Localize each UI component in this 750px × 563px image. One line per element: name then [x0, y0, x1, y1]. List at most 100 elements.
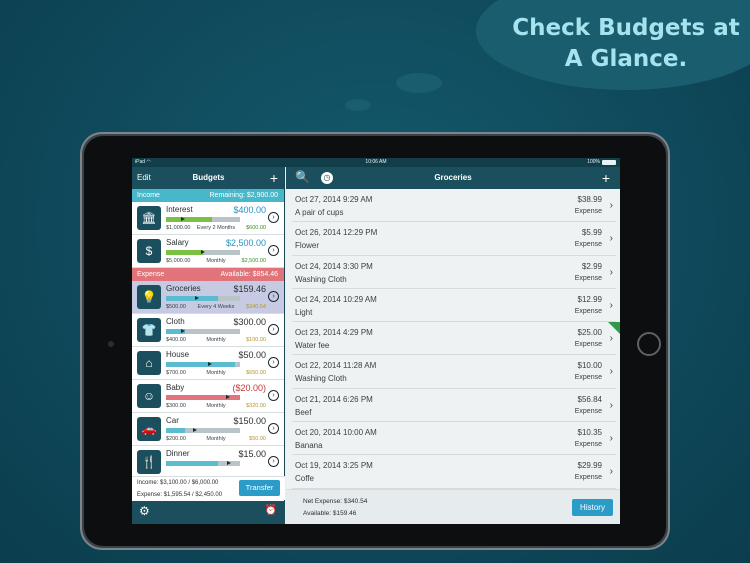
history-button[interactable]: History: [572, 499, 613, 516]
transaction-date: Oct 24, 2014 3:30 PM: [295, 261, 373, 271]
budget-frequency: Monthly: [206, 337, 226, 343]
flag-icon: [608, 322, 620, 335]
available-amount: Available: $159.46: [303, 510, 357, 517]
budget-accumulated: $650.00: [246, 370, 266, 376]
chevron-right-icon[interactable]: ›: [268, 291, 279, 302]
budget-row[interactable]: ☺ Baby ($20.00) $300.00 Monthly $320.00 ›: [132, 380, 284, 413]
chevron-right-icon: ›: [609, 399, 613, 411]
budgets-summary: Income: $3,100.00 / $6,000.00 Expense: $…: [132, 476, 285, 500]
transaction-amount: $38.99: [577, 195, 602, 204]
money-bag-icon: $: [137, 239, 161, 263]
income-list: 🏛 Interest $400.00 $1,000.00 Every 2 Months $…: [132, 202, 284, 268]
transaction-type: Expense: [574, 441, 602, 449]
budget-amount: $400.00: [233, 205, 266, 215]
transaction-row[interactable]: Oct 27, 2014 9:29 AM A pair of cups $38.99…: [292, 189, 616, 223]
transaction-date: Oct 22, 2014 11:28 AM: [295, 361, 377, 371]
expense-label: Expense: [137, 271, 165, 278]
period-marker: [208, 362, 212, 366]
budget-frequency: Monthly: [206, 436, 226, 442]
transaction-amount: $10.00: [577, 361, 602, 371]
budget-progress-bar: [166, 428, 240, 433]
transaction-row[interactable]: Oct 21, 2014 6:26 PM Beef $56.84 Expense ›: [292, 389, 616, 423]
chevron-right-icon: ›: [609, 433, 613, 445]
transaction-note: Light: [295, 307, 313, 317]
budget-accumulated: $2,500.00: [241, 258, 266, 264]
budget-name: Car: [166, 416, 179, 425]
budget-frequency: Monthly: [206, 258, 226, 264]
alarm-clock-icon[interactable]: ⏰: [265, 505, 277, 516]
promo-headline: Check Budgets at A Glance.: [512, 15, 740, 72]
transaction-row[interactable]: Oct 24, 2014 10:29 AM Light $12.99 Expense ›: [292, 289, 616, 323]
budget-name: Baby: [166, 383, 185, 392]
budgets-title: Budgets: [192, 173, 225, 182]
chevron-right-icon[interactable]: ›: [268, 357, 279, 368]
budget-progress-bar: [166, 362, 240, 367]
budget-accumulated: $320.00: [246, 403, 266, 409]
period-marker: [181, 329, 185, 333]
budget-row[interactable]: $ Salary $2,500.00 $5,000.00 Monthly $2,500.0…: [132, 235, 284, 268]
chevron-right-icon[interactable]: ›: [268, 212, 279, 223]
home-button[interactable]: [637, 332, 661, 356]
budget-row[interactable]: 💡 Groceries $159.46 $500.00 Every 4 Weeks $34…: [132, 281, 284, 314]
add-budget-button[interactable]: +: [270, 167, 278, 189]
budget-row[interactable]: 🏛 Interest $400.00 $1,000.00 Every 2 Months $…: [132, 202, 284, 235]
promo-bubble: Check Budgets at A Glance.: [476, 0, 750, 90]
transaction-amount: $12.99: [577, 294, 602, 304]
chevron-right-icon: ›: [609, 299, 613, 311]
transaction-row[interactable]: Oct 19, 2014 3:25 PM Coffe $29.99 Expense ›: [292, 455, 616, 489]
chevron-right-icon[interactable]: ›: [268, 324, 279, 335]
income-label: Income: [137, 192, 160, 199]
budget-progress-bar: [166, 461, 240, 466]
battery-icon: [602, 160, 616, 165]
budget-progress-bar: [166, 250, 240, 255]
chevron-right-icon[interactable]: ›: [268, 423, 279, 434]
period-marker: [193, 428, 197, 432]
budget-total: $500.00: [166, 304, 186, 310]
chevron-right-icon: ›: [609, 366, 613, 378]
transaction-row[interactable]: Oct 22, 2014 11:28 AM Washing Cloth $10.00…: [292, 355, 616, 389]
period-marker: [226, 395, 230, 399]
budgets-pane: Edit Budgets + Income Remaining: $2,900.…: [132, 167, 285, 524]
transactions-navbar: 🔍 ◷ Groceries +: [286, 167, 620, 189]
budget-name: Salary: [166, 238, 189, 247]
transaction-amount: $2.99: [581, 261, 602, 271]
budget-row[interactable]: ⌂ House $50.00 $700.00 Monthly $650.00 ›: [132, 347, 284, 380]
budget-amount: $15.00: [238, 449, 266, 459]
transaction-date: Oct 19, 2014 3:25 PM: [295, 461, 373, 471]
budget-row[interactable]: 👕 Cloth $300.00 $400.00 Monthly $100.00 ›: [132, 314, 284, 347]
transaction-row[interactable]: Oct 20, 2014 10:00 AM Banana $10.35 Expense…: [292, 422, 616, 456]
transaction-note: A pair of cups: [295, 208, 344, 217]
budget-total: $400.00: [166, 337, 186, 343]
period-marker: [195, 296, 199, 300]
add-transaction-button[interactable]: +: [602, 167, 610, 189]
chevron-right-icon[interactable]: ›: [268, 390, 279, 401]
budget-frequency: Monthly: [206, 403, 226, 409]
transaction-row[interactable]: Oct 24, 2014 3:30 PM Washing Cloth $2.99 Ex…: [292, 256, 616, 289]
transaction-type: Expense: [574, 341, 602, 349]
budget-progress-fill: [166, 428, 185, 433]
budget-frequency: Every 4 Weeks: [197, 304, 235, 310]
transaction-type: Expense: [574, 374, 602, 382]
chevron-right-icon[interactable]: ›: [268, 245, 279, 256]
budget-row[interactable]: 🍴 Dinner $15.00 ›: [132, 446, 284, 479]
app-screen: iPad ◠ 10:06 AM 100% Edit Budgets + Inco…: [132, 158, 620, 524]
chevron-right-icon[interactable]: ›: [268, 456, 279, 467]
bank-icon: 🏛: [137, 206, 161, 230]
chevron-right-icon: ›: [609, 333, 613, 345]
transaction-date: Oct 21, 2014 6:26 PM: [295, 394, 373, 404]
transaction-amount: $29.99: [577, 461, 602, 471]
gear-icon[interactable]: ⚙: [139, 504, 150, 518]
budget-name: Dinner: [166, 449, 190, 458]
transfer-button[interactable]: Transfer: [239, 480, 280, 496]
bubble-dot: [396, 73, 442, 93]
period-marker: [201, 250, 205, 254]
shirt-icon: 👕: [137, 318, 161, 342]
income-summary: Income: $3,100.00 / $6,000.00: [137, 480, 219, 486]
budget-amount: ($20.00): [232, 383, 266, 393]
budget-amount: $300.00: [233, 317, 266, 327]
transaction-row[interactable]: Oct 26, 2014 12:29 PM Flower $5.99 Expense ›: [292, 222, 616, 256]
budget-row[interactable]: 🚗 Car $150.00 $200.00 Monthly $50.00 ›: [132, 413, 284, 446]
transaction-row[interactable]: Oct 23, 2014 4:29 PM Water fee $25.00 Expen…: [292, 322, 620, 356]
net-expense: Net Expense: $340.54: [303, 498, 368, 505]
lightbulb-icon: 💡: [137, 285, 161, 309]
